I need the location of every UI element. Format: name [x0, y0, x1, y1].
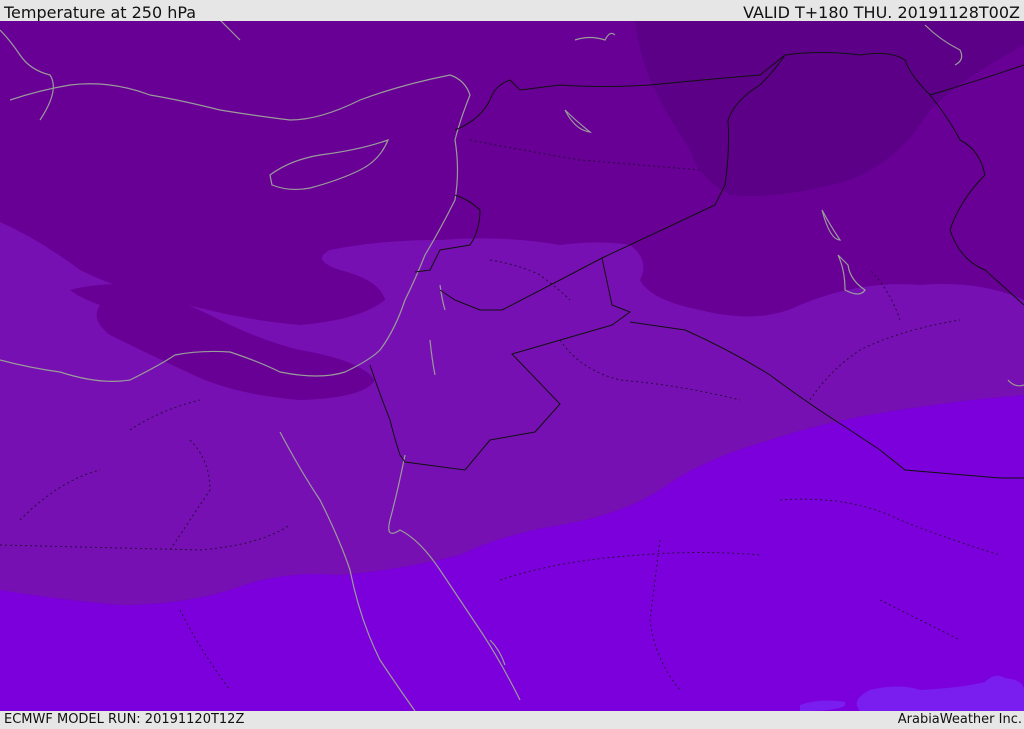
credit-text: ArabiaWeather Inc. [897, 712, 1022, 727]
model-run: ECMWF MODEL RUN: 20191120T12Z [4, 712, 245, 727]
header-bar: Temperature at 250 hPa VALID T+180 THU. … [0, 0, 1024, 22]
footer-bar: ECMWF MODEL RUN: 20191120T12Z ArabiaWeat… [0, 711, 1024, 729]
valid-time: VALID T+180 THU. 20191128T00Z [743, 3, 1020, 22]
temperature-map [0, 21, 1024, 711]
map-title: Temperature at 250 hPa [4, 3, 197, 22]
